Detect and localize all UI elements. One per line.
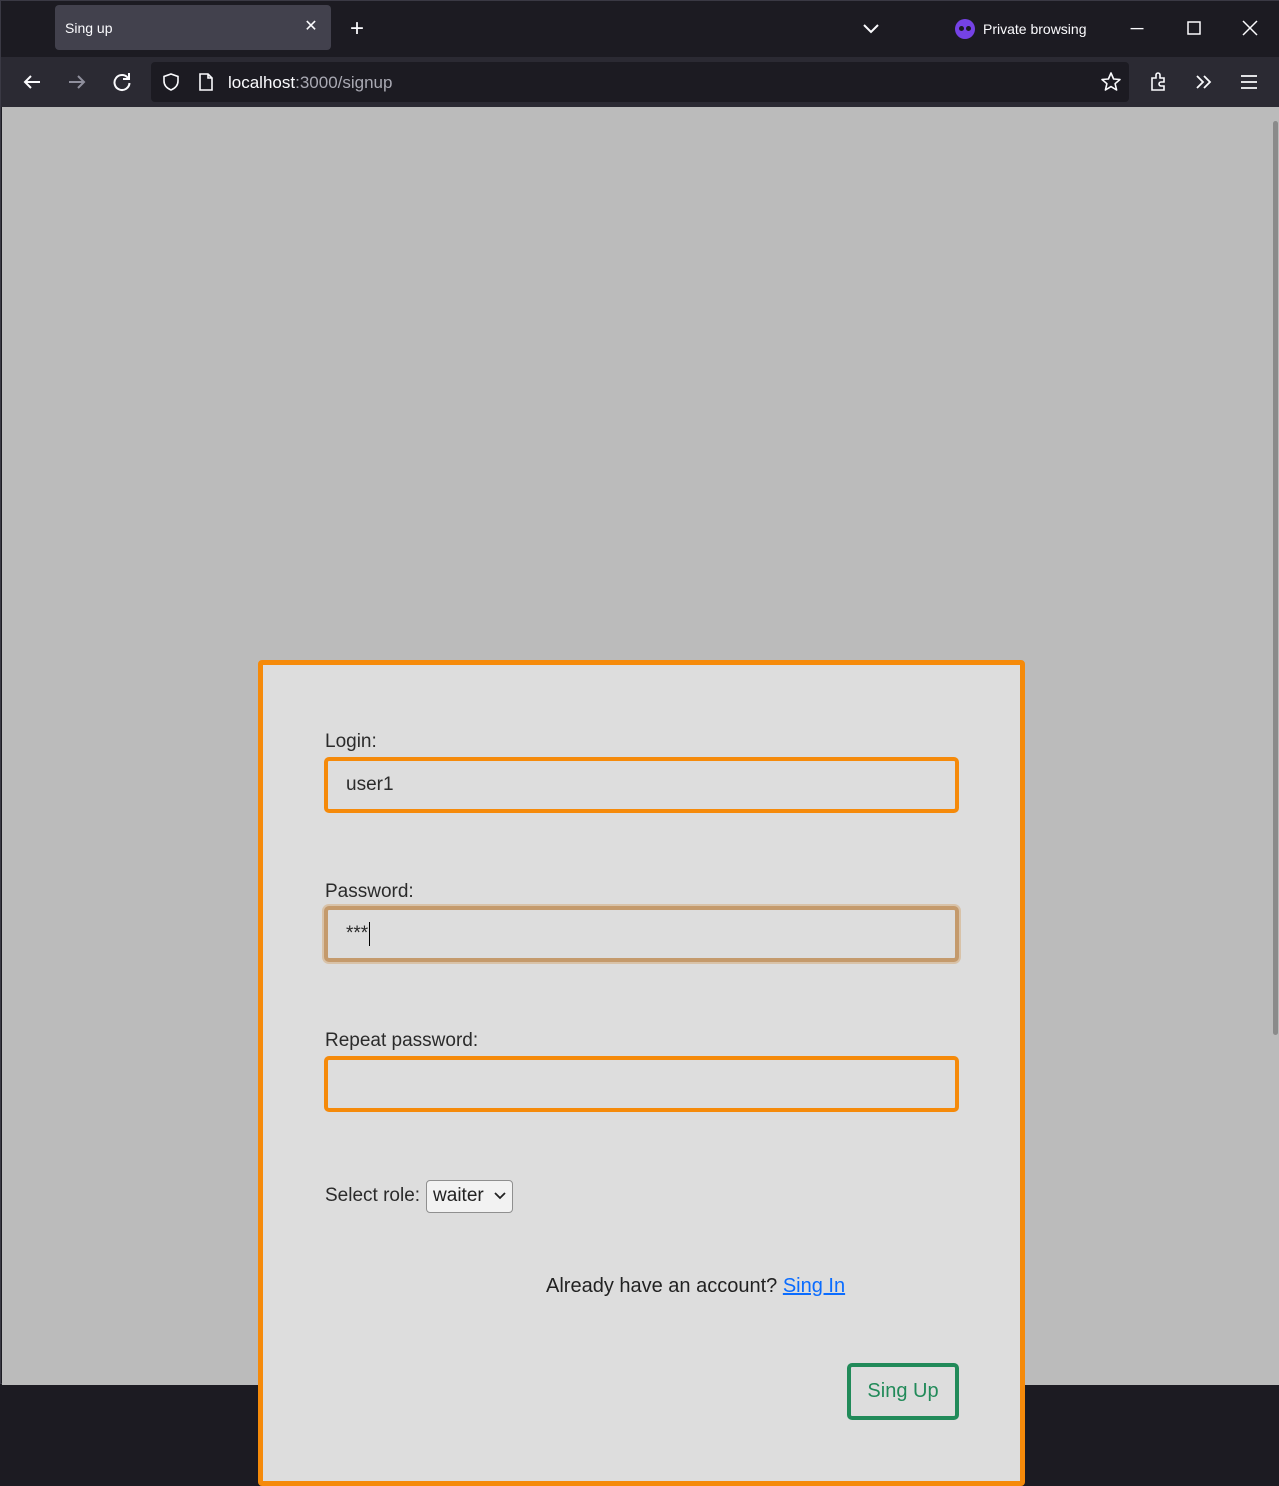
navigation-bar: localhost:3000/signup bbox=[1, 57, 1279, 107]
signin-prompt: Already have an account? Sing In bbox=[546, 1275, 845, 1298]
extensions-icon[interactable] bbox=[1144, 67, 1174, 97]
password-input[interactable]: *** bbox=[324, 906, 959, 962]
signup-button[interactable]: Sing Up bbox=[847, 1363, 959, 1420]
url-host: localhost bbox=[228, 73, 296, 92]
url-bar[interactable]: localhost:3000/signup bbox=[151, 62, 1129, 102]
maximize-icon[interactable] bbox=[1179, 13, 1209, 43]
role-label: Select role: bbox=[325, 1185, 421, 1206]
role-row: Select role: waiter bbox=[325, 1179, 513, 1213]
login-input[interactable]: user1 bbox=[324, 757, 959, 813]
chevron-down-icon bbox=[494, 1192, 506, 1200]
minimize-icon[interactable]: ─ bbox=[1122, 13, 1152, 43]
hamburger-icon[interactable] bbox=[1234, 67, 1264, 97]
url-text[interactable]: localhost:3000/signup bbox=[228, 73, 392, 93]
scrollbar-thumb[interactable] bbox=[1273, 121, 1278, 1035]
scrollbar[interactable] bbox=[1272, 107, 1279, 1385]
repeat-password-label: Repeat password: bbox=[325, 1030, 479, 1051]
signin-link[interactable]: Sing In bbox=[783, 1275, 845, 1297]
reload-icon[interactable] bbox=[107, 67, 137, 97]
page-icon bbox=[199, 73, 213, 91]
already-text: Already have an account? bbox=[546, 1275, 778, 1297]
forward-arrow-icon[interactable] bbox=[62, 67, 92, 97]
repeat-password-input[interactable] bbox=[324, 1056, 959, 1112]
signup-form-card: Login: user1 Password: *** Repeat passwo… bbox=[258, 660, 1025, 1486]
password-label: Password: bbox=[325, 881, 414, 902]
chevron-down-icon[interactable] bbox=[859, 17, 883, 41]
role-select[interactable]: waiter bbox=[426, 1179, 513, 1213]
page-content: Login: user1 Password: *** Repeat passwo… bbox=[2, 107, 1272, 1486]
password-value: *** bbox=[346, 923, 369, 944]
tab-sing-up[interactable]: Sing up ✕ bbox=[55, 5, 331, 50]
close-icon[interactable]: ✕ bbox=[303, 17, 319, 37]
text-caret bbox=[369, 921, 371, 946]
browser-window: Sing up ✕ + Private browsing ─ localhost… bbox=[0, 0, 1279, 1486]
private-mask-icon bbox=[955, 19, 975, 39]
back-arrow-icon[interactable] bbox=[17, 67, 47, 97]
star-icon[interactable] bbox=[1099, 70, 1123, 94]
shield-icon[interactable] bbox=[161, 72, 181, 92]
double-chevron-icon[interactable] bbox=[1189, 67, 1219, 97]
url-path: :3000/signup bbox=[295, 73, 393, 92]
plus-icon[interactable]: + bbox=[345, 15, 369, 43]
role-selected-value: waiter bbox=[433, 1185, 484, 1206]
tab-strip: Sing up ✕ + Private browsing ─ bbox=[1, 1, 1279, 57]
private-browsing-label: Private browsing bbox=[983, 21, 1087, 37]
tab-title: Sing up bbox=[65, 20, 113, 36]
login-value: user1 bbox=[346, 774, 394, 795]
login-label: Login: bbox=[325, 731, 377, 752]
private-browsing-indicator: Private browsing bbox=[955, 15, 1087, 43]
close-window-icon[interactable] bbox=[1235, 13, 1265, 43]
